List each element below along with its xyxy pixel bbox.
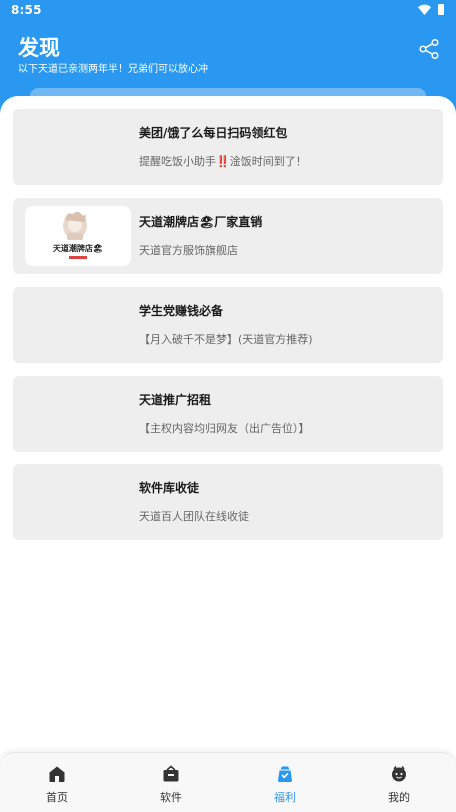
card-thumbnail bbox=[25, 117, 131, 177]
status-time: 8:55 bbox=[11, 3, 42, 17]
card-tiandao-shop[interactable]: 天道潮牌店🏖 天道潮牌店🏖厂家直销 天道官方服饰旗舰店 bbox=[13, 198, 443, 274]
card-description: 【月入破千不是梦】(天道官方推荐) bbox=[139, 333, 313, 346]
nav-item-profile[interactable]: 我的 bbox=[342, 753, 456, 812]
card-title: 美团/饿了么每日扫码领红包 bbox=[139, 126, 288, 140]
share-icon bbox=[419, 38, 439, 60]
profile-icon bbox=[392, 766, 406, 782]
page-subtitle: 以下天道已亲测两年半！兄弟们可以放心冲 bbox=[18, 64, 208, 75]
card-software-apprentice[interactable]: 软件库收徒 天道百人团队在线收徒 bbox=[13, 464, 443, 540]
card-description: 天道官方服饰旗舰店 bbox=[139, 244, 238, 257]
share-button[interactable] bbox=[418, 38, 440, 60]
nav-item-software[interactable]: 软件 bbox=[114, 753, 228, 812]
shop-logo-image: 天道潮牌店🏖 bbox=[53, 211, 103, 259]
page-title: 发现 bbox=[18, 36, 60, 60]
card-student-earn[interactable]: 学生党赚钱必备 【月入破千不是梦】(天道官方推荐) bbox=[13, 287, 443, 363]
card-list: 美团/饿了么每日扫码领红包 提醒吃饭小助手‼️淦饭时间到了！ 天道潮牌店🏖 天道… bbox=[0, 96, 456, 756]
card-thumbnail bbox=[25, 384, 131, 444]
status-icons bbox=[418, 4, 444, 15]
nav-label: 软件 bbox=[160, 791, 182, 804]
battery-icon bbox=[438, 4, 444, 15]
software-box-icon bbox=[163, 765, 179, 782]
shop-logo-text: 天道潮牌店🏖 bbox=[53, 243, 103, 253]
card-thumbnail bbox=[25, 295, 131, 355]
wifi-icon bbox=[418, 4, 431, 15]
card-title: 软件库收徒 bbox=[139, 481, 200, 495]
nav-item-home[interactable]: 首页 bbox=[0, 753, 114, 812]
card-description: 提醒吃饭小助手‼️淦饭时间到了！ bbox=[139, 155, 307, 168]
home-icon bbox=[49, 766, 65, 782]
card-thumbnail bbox=[25, 472, 131, 532]
nav-label: 福利 bbox=[274, 791, 296, 804]
card-promotion-rent[interactable]: 天道推广招租 【主权内容均归网友（出广告位）】 bbox=[13, 376, 443, 452]
welfare-bag-icon bbox=[278, 766, 292, 782]
card-title: 天道推广招租 bbox=[139, 393, 212, 407]
card-title: 天道潮牌店🏖厂家直销 bbox=[139, 215, 263, 229]
nav-label: 我的 bbox=[388, 791, 410, 804]
card-meituan-redpacket[interactable]: 美团/饿了么每日扫码领红包 提醒吃饭小助手‼️淦饭时间到了！ bbox=[13, 109, 443, 185]
bottom-nav: 首页 软件 福利 我的 bbox=[0, 752, 456, 812]
nav-item-welfare[interactable]: 福利 bbox=[228, 753, 342, 812]
card-title: 学生党赚钱必备 bbox=[139, 304, 224, 318]
card-description: 【主权内容均归网友（出广告位）】 bbox=[139, 422, 310, 435]
status-bar: 8:55 bbox=[0, 0, 456, 22]
card-description: 天道百人团队在线收徒 bbox=[139, 510, 249, 523]
nav-label: 首页 bbox=[46, 791, 68, 804]
card-thumbnail: 天道潮牌店🏖 bbox=[25, 206, 131, 266]
